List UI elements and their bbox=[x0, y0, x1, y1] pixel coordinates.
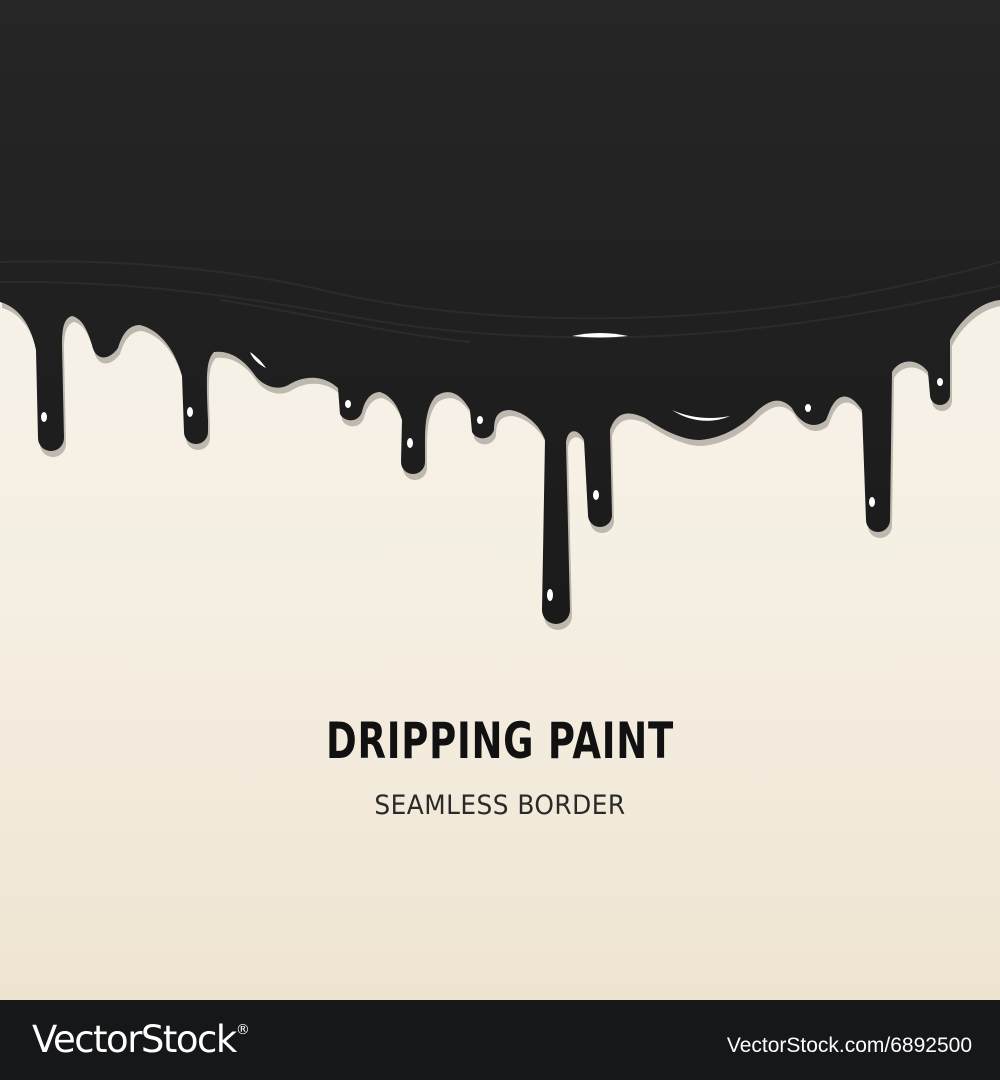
artwork-canvas: DRIPPING PAINT SEAMLESS BORDER bbox=[0, 0, 1000, 1000]
brand-logo[interactable]: VectorStock® bbox=[32, 1018, 250, 1061]
image-id-link[interactable]: VectorStock.com/6892500 bbox=[727, 1034, 972, 1058]
dripping-paint-graphic bbox=[0, 0, 1000, 630]
paint-body bbox=[0, 0, 1000, 624]
artwork-subtitle: SEAMLESS BORDER bbox=[374, 790, 626, 821]
footer-bar: VectorStock® VectorStock.com/6892500 bbox=[0, 1000, 1000, 1080]
registered-mark: ® bbox=[235, 1022, 250, 1038]
brand-name: VectorStock bbox=[32, 1018, 237, 1061]
artwork-title: DRIPPING PAINT bbox=[326, 712, 674, 770]
